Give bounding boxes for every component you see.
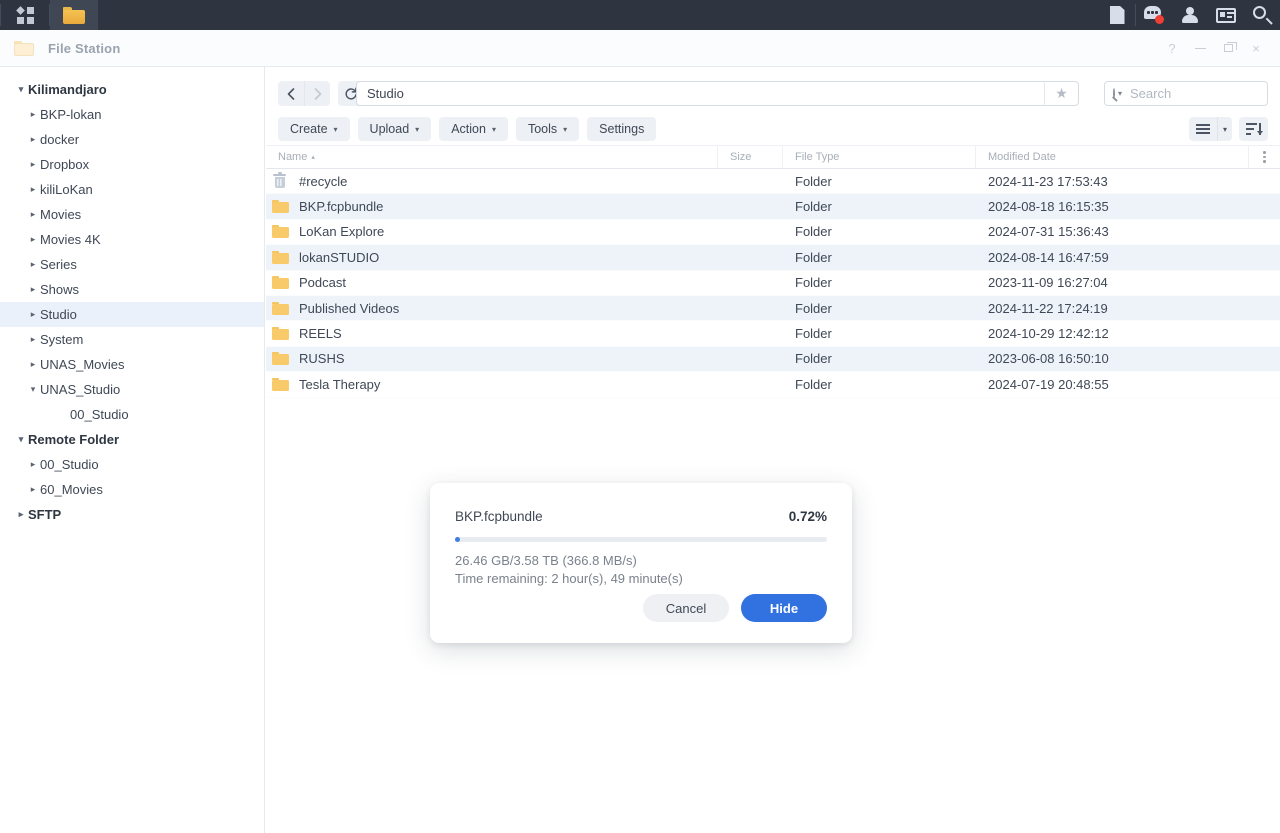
minimize-icon: [1194, 47, 1206, 49]
chevron-right-icon[interactable]: ▸: [26, 134, 40, 145]
sidebar-item-bkp-lokan[interactable]: ▸ BKP-lokan: [0, 102, 264, 127]
sidebar-item-unas-movies[interactable]: ▸ UNAS_Movies: [0, 352, 264, 377]
folder-icon: [14, 40, 34, 56]
global-search-button[interactable]: [1244, 0, 1280, 30]
folder-icon: [63, 6, 85, 24]
transfer-percent: 0.72%: [788, 509, 827, 524]
window-titlebar: File Station ? ×: [0, 30, 1280, 67]
notifications-button[interactable]: [1136, 0, 1172, 30]
person-icon: [1181, 6, 1199, 24]
sidebar-item-shows[interactable]: ▸ Shows: [0, 277, 264, 302]
progress-bar-track: [455, 537, 827, 542]
sidebar-item-series[interactable]: ▸ Series: [0, 252, 264, 277]
widgets-button[interactable]: [1208, 0, 1244, 30]
chevron-right-icon[interactable]: ▸: [26, 284, 40, 295]
app-launcher-button[interactable]: [1, 0, 49, 30]
sidebar-item-label: BKP-lokan: [40, 107, 102, 122]
minimize-button[interactable]: [1186, 34, 1214, 62]
chevron-right-icon[interactable]: ▸: [14, 509, 28, 520]
taskbar-right-group: [1099, 0, 1280, 30]
sidebar-item-docker[interactable]: ▸ docker: [0, 127, 264, 152]
sidebar-item-label: 60_Movies: [40, 482, 103, 497]
sidebar-item-00-studio[interactable]: ▸ 00_Studio: [0, 452, 264, 477]
chevron-right-icon[interactable]: ▸: [26, 309, 40, 320]
sidebar-item-label: Remote Folder: [28, 432, 120, 447]
sidebar-item-60-movies[interactable]: ▸ 60_Movies: [0, 477, 264, 502]
notes-button[interactable]: [1099, 0, 1135, 30]
sidebar-item-label: kiliLoKan: [40, 182, 93, 197]
card-icon: [1216, 7, 1236, 23]
chevron-right-icon[interactable]: ▸: [26, 359, 40, 370]
transfer-progress-dialog: BKP.fcpbundle 0.72% 26.46 GB/3.58 TB (36…: [430, 483, 852, 643]
help-button[interactable]: ?: [1158, 34, 1186, 62]
chevron-right-icon[interactable]: ▸: [26, 209, 40, 220]
sidebar-item-sftp[interactable]: ▸ SFTP: [0, 502, 264, 527]
taskbar-item-file-station[interactable]: [50, 0, 98, 30]
chevron-right-icon[interactable]: ▸: [26, 234, 40, 245]
sidebar-item-label: docker: [40, 132, 80, 147]
transfer-time-remaining: Time remaining: 2 hour(s), 49 minute(s): [455, 571, 683, 586]
transfer-size-and-speed: 26.46 GB/3.58 TB (366.8 MB/s): [455, 553, 637, 568]
sidebar-item-label: UNAS_Studio: [40, 382, 121, 397]
account-button[interactable]: [1172, 0, 1208, 30]
chevron-down-icon[interactable]: ▾: [26, 384, 40, 395]
sidebar-item-label: Kilimandjaro: [28, 82, 107, 97]
chat-bubble-icon: [1144, 6, 1164, 24]
sidebar-item-label: SFTP: [28, 507, 62, 522]
sidebar-item-remote-folder[interactable]: ▾ Remote Folder: [0, 427, 264, 452]
sidebar-item-movies-4k[interactable]: ▸ Movies 4K: [0, 227, 264, 252]
search-icon: [1252, 5, 1273, 25]
notification-badge: [1155, 15, 1164, 24]
sidebar-item-label: Shows: [40, 282, 80, 297]
document-icon: [1109, 6, 1125, 24]
chevron-right-icon[interactable]: ▸: [26, 459, 40, 470]
dialog-header: BKP.fcpbundle 0.72%: [455, 509, 827, 524]
chevron-down-icon[interactable]: ▾: [14, 84, 28, 95]
os-taskbar: [0, 0, 1280, 30]
sidebar-tree[interactable]: ▾ Kilimandjaro ▸ BKP-lokan ▸ docker ▸ Dropbox ▸ k…: [0, 67, 265, 833]
sidebar-item-kilimandjaro[interactable]: ▾ Kilimandjaro: [0, 77, 264, 102]
sidebar-item-kililokan[interactable]: ▸ kiliLoKan: [0, 177, 264, 202]
sidebar-item-label: 00_Studio: [70, 407, 129, 422]
cancel-button[interactable]: Cancel: [643, 594, 729, 622]
sidebar-item-system[interactable]: ▸ System: [0, 327, 264, 352]
chevron-right-icon[interactable]: ▸: [26, 484, 40, 495]
grid-icon: [15, 5, 34, 24]
modal-overlay: BKP.fcpbundle 0.72% 26.46 GB/3.58 TB (36…: [266, 67, 1280, 833]
sidebar-item-label: Movies 4K: [40, 232, 101, 247]
sidebar-item-label: System: [40, 332, 84, 347]
chevron-right-icon[interactable]: ▸: [26, 334, 40, 345]
sidebar-item-label: UNAS_Movies: [40, 357, 125, 372]
sidebar-item-label: Studio: [40, 307, 77, 322]
chevron-right-icon[interactable]: ▸: [26, 159, 40, 170]
chevron-right-icon[interactable]: ▸: [26, 109, 40, 120]
window-controls: ? ×: [1158, 34, 1280, 62]
sidebar-item-00-studio[interactable]: 00_Studio: [0, 402, 264, 427]
sidebar-item-label: Dropbox: [40, 157, 90, 172]
maximize-icon: [1223, 42, 1237, 52]
dialog-buttons: Cancel Hide: [643, 594, 827, 622]
sidebar-item-studio[interactable]: ▸ Studio: [0, 302, 264, 327]
sidebar-item-label: Movies: [40, 207, 82, 222]
chevron-down-icon[interactable]: ▾: [14, 434, 28, 445]
maximize-button[interactable]: [1214, 34, 1242, 62]
transfer-file-name: BKP.fcpbundle: [455, 509, 543, 524]
hide-button[interactable]: Hide: [741, 594, 827, 622]
page-title: File Station: [48, 40, 121, 56]
sidebar-item-dropbox[interactable]: ▸ Dropbox: [0, 152, 264, 177]
sidebar-item-label: 00_Studio: [40, 457, 99, 472]
chevron-right-icon[interactable]: ▸: [26, 259, 40, 270]
sidebar-item-label: Series: [40, 257, 77, 272]
chevron-right-icon[interactable]: ▸: [26, 184, 40, 195]
sidebar-item-movies[interactable]: ▸ Movies: [0, 202, 264, 227]
sidebar-item-unas-studio[interactable]: ▾ UNAS_Studio: [0, 377, 264, 402]
progress-bar-fill: [455, 537, 461, 542]
close-button[interactable]: ×: [1242, 34, 1270, 62]
